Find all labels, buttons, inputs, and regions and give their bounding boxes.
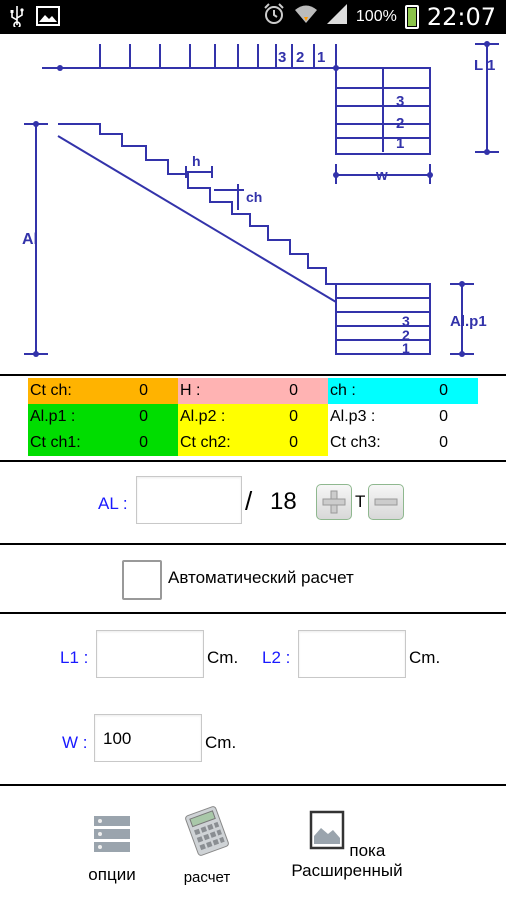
stair-diagram: 3 2 1 3 2 1 L 1 w h ch Al Al.p1 3 2 1 (22, 41, 499, 357)
l2-unit: Cm. (409, 648, 441, 667)
options-label: опции (88, 865, 136, 884)
cell-ct-ch2: Ct ch2: 0 (178, 430, 328, 456)
server-icon (94, 816, 130, 852)
calc-button[interactable]: расчет (172, 806, 242, 887)
minus-icon (374, 498, 398, 506)
image-icon (309, 810, 344, 850)
auto-calc-row: Автоматический расчет (0, 556, 506, 602)
svg-text:3: 3 (278, 49, 286, 66)
plus-icon (322, 490, 346, 514)
w-unit: Cm. (205, 733, 237, 752)
auto-calc-checkbox[interactable] (122, 560, 162, 600)
advanced-button[interactable]: пока Расширенный (252, 810, 442, 881)
divider (0, 543, 506, 545)
status-bar: 100% 22:07 (0, 0, 506, 34)
divider (0, 460, 506, 462)
svg-text:Al.p1: Al.p1 (450, 313, 487, 330)
calc-label: расчет (183, 869, 231, 886)
table-row: Ct ch: 0 H :0 ch :0 (28, 378, 478, 404)
svg-text:h: h (192, 153, 201, 169)
al-input[interactable] (136, 476, 242, 524)
table-row: Ct ch1: 0 Ct ch2: 0 Ct ch3: 0 (28, 430, 478, 456)
cell-al-p3: Al.p3 :0 (328, 404, 478, 430)
cell-h: H :0 (178, 378, 328, 404)
svg-text:w: w (375, 167, 388, 184)
cell-al-p2: Al.p2 :0 (178, 404, 328, 430)
al-total: 18 (270, 488, 297, 515)
image-icon (36, 6, 60, 31)
clock: 22:07 (426, 2, 496, 31)
svg-text:L 1: L 1 (474, 57, 495, 74)
cell-ct-ch1: Ct ch1: 0 (28, 430, 178, 456)
svg-text:2: 2 (296, 49, 304, 66)
auto-calc-label: Автоматический расчет (168, 568, 354, 587)
w-label: W : (62, 733, 88, 752)
battery-percent: 100% (355, 7, 397, 25)
al-label: AL : (98, 494, 128, 513)
svg-text:3: 3 (396, 93, 404, 110)
al-slash: / (245, 486, 253, 516)
svg-text:Al: Al (22, 231, 38, 248)
t-label: T (355, 492, 366, 511)
wifi-icon (294, 3, 318, 30)
signal-icon (326, 3, 348, 30)
svg-text:1: 1 (396, 135, 404, 152)
calculator-icon (185, 806, 229, 856)
l1-label: L1 : (60, 648, 89, 667)
svg-text:ch: ch (246, 189, 262, 205)
l1-unit: Cm. (207, 648, 239, 667)
bottom-toolbar: опции расчет пока Расширенный (0, 784, 506, 900)
svg-text:2: 2 (396, 115, 404, 132)
al-row: AL : / 18 T (0, 474, 506, 528)
divider (0, 612, 506, 614)
w-input[interactable]: 100 (94, 714, 202, 762)
svg-text:1: 1 (402, 340, 410, 356)
cell-ct-ch: Ct ch: 0 (28, 378, 178, 404)
results-table: Ct ch: 0 H :0 ch :0 Al.p1 :0 Al.p2 :0 Al.… (28, 378, 478, 456)
divider (0, 374, 506, 376)
battery-icon (404, 4, 419, 29)
increment-button[interactable] (316, 484, 352, 520)
l2-label: L2 : (262, 648, 291, 667)
decrement-button[interactable] (368, 484, 404, 520)
cell-al-p1: Al.p1 :0 (28, 404, 178, 430)
cell-ch: ch :0 (328, 378, 478, 404)
alarm-icon (262, 2, 286, 31)
svg-text:1: 1 (317, 49, 325, 66)
options-button[interactable]: опции (80, 814, 144, 885)
l1-input[interactable] (96, 630, 204, 678)
l2-input[interactable] (298, 630, 406, 678)
usb-icon (10, 5, 24, 32)
cell-ct-ch3: Ct ch3: 0 (328, 430, 478, 456)
table-row: Al.p1 :0 Al.p2 :0 Al.p3 :0 (28, 404, 478, 430)
